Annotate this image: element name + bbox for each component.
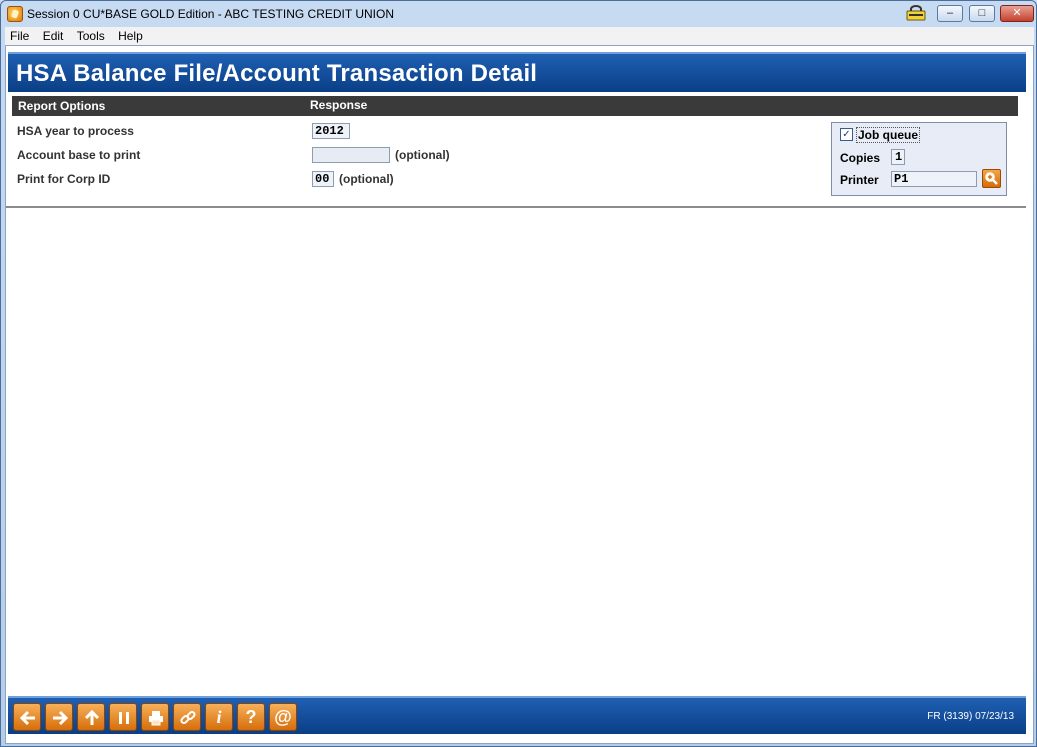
corp-id-optional: (optional) bbox=[339, 172, 394, 186]
print-options-panel: ✓ Job queue Copies 1 Printer P1 bbox=[831, 122, 1007, 196]
lock-icon[interactable] bbox=[905, 5, 927, 21]
menu-bar: File Edit Tools Help bbox=[5, 27, 1034, 45]
job-queue-label[interactable]: Job queue bbox=[856, 127, 921, 143]
minimize-button[interactable]: – bbox=[937, 5, 963, 22]
job-queue-checkbox[interactable]: ✓ bbox=[840, 128, 853, 141]
copies-label: Copies bbox=[840, 151, 881, 165]
column-header: Report Options Response bbox=[12, 96, 1018, 116]
hsa-year-label: HSA year to process bbox=[17, 124, 134, 138]
copies-input[interactable]: 1 bbox=[891, 149, 905, 165]
pause-button[interactable] bbox=[109, 703, 137, 731]
help-button[interactable]: ? bbox=[237, 703, 265, 731]
corp-id-input[interactable]: 00 bbox=[312, 171, 334, 187]
up-icon bbox=[84, 709, 100, 725]
section-divider bbox=[6, 206, 1026, 208]
account-base-label: Account base to print bbox=[17, 148, 141, 162]
response-heading: Response bbox=[310, 98, 368, 112]
link-icon bbox=[180, 710, 196, 725]
magnifier-icon bbox=[985, 172, 998, 185]
page-title: HSA Balance File/Account Transaction Det… bbox=[16, 60, 538, 87]
menu-help[interactable]: Help bbox=[113, 27, 148, 45]
print-button[interactable] bbox=[141, 703, 169, 731]
email-icon: @ bbox=[274, 707, 292, 727]
window-title: Session 0 CU*BASE GOLD Edition - ABC TES… bbox=[27, 7, 394, 21]
pause-icon bbox=[119, 712, 129, 724]
menu-edit[interactable]: Edit bbox=[38, 27, 69, 45]
client-area: HSA Balance File/Account Transaction Det… bbox=[5, 45, 1034, 744]
close-button[interactable]: ✕ bbox=[1000, 5, 1034, 22]
printer-lookup-button[interactable] bbox=[982, 169, 1001, 188]
info-button[interactable]: i bbox=[205, 703, 233, 731]
forward-icon bbox=[53, 710, 69, 726]
page-header: HSA Balance File/Account Transaction Det… bbox=[8, 52, 1026, 92]
report-options-heading: Report Options bbox=[18, 99, 106, 113]
menu-tools[interactable]: Tools bbox=[72, 27, 110, 45]
back-icon bbox=[19, 710, 35, 726]
footer-toolbar: i ? @ FR (3139) 07/23/13 bbox=[8, 696, 1026, 734]
title-bar: Session 0 CU*BASE GOLD Edition - ABC TES… bbox=[1, 1, 1036, 27]
app-window: Session 0 CU*BASE GOLD Edition - ABC TES… bbox=[0, 0, 1037, 747]
back-button[interactable] bbox=[13, 703, 41, 731]
account-base-input[interactable] bbox=[312, 147, 390, 163]
status-text: FR (3139) 07/23/13 bbox=[927, 711, 1014, 722]
print-icon bbox=[149, 711, 163, 726]
app-icon bbox=[7, 6, 23, 22]
printer-label: Printer bbox=[840, 173, 879, 187]
email-button[interactable]: @ bbox=[269, 703, 297, 731]
hsa-year-input[interactable]: 2012 bbox=[312, 123, 350, 139]
forward-button[interactable] bbox=[45, 703, 73, 731]
corp-id-label: Print for Corp ID bbox=[17, 172, 111, 186]
help-icon: ? bbox=[245, 707, 257, 727]
maximize-button[interactable]: □ bbox=[969, 5, 995, 22]
account-base-optional: (optional) bbox=[395, 148, 450, 162]
up-button[interactable] bbox=[77, 703, 105, 731]
link-button[interactable] bbox=[173, 703, 201, 731]
info-icon: i bbox=[216, 707, 222, 727]
menu-file[interactable]: File bbox=[5, 27, 34, 45]
printer-input[interactable]: P1 bbox=[891, 171, 977, 187]
